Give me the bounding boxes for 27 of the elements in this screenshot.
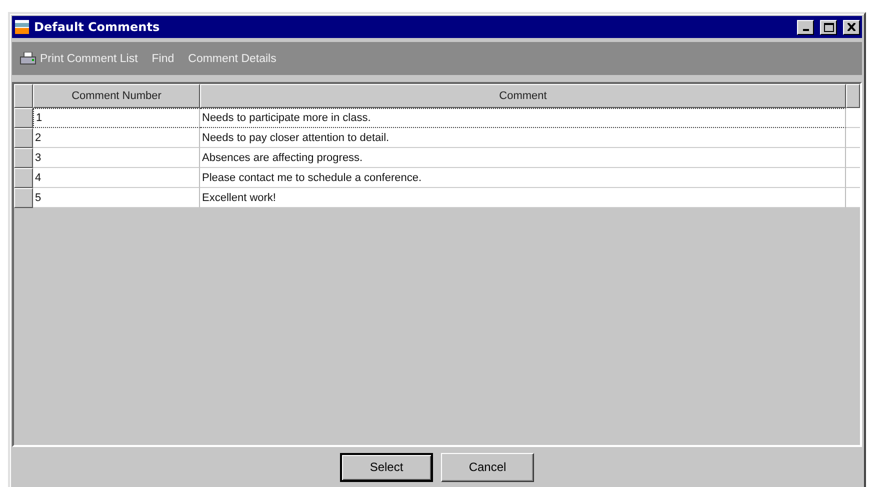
window-icon	[15, 20, 29, 34]
table-cell: Please contact me to schedule a conference.	[200, 168, 846, 188]
column-header[interactable]: Comment Number	[33, 84, 200, 108]
select-button[interactable]: Select	[340, 452, 433, 482]
table-cell: Needs to pay closer attention to detail.	[200, 128, 846, 148]
table-cell: Absences are affecting progress.	[200, 148, 846, 168]
table-cell: 5	[33, 188, 200, 208]
column-header[interactable]: Comment	[200, 84, 846, 108]
table-cell: 1	[33, 108, 200, 128]
minimize-button[interactable]	[797, 20, 814, 34]
row-header[interactable]	[14, 108, 33, 128]
maximize-button[interactable]	[820, 20, 837, 34]
table-cell: Excellent work!	[200, 188, 846, 208]
maximize-icon	[824, 22, 834, 32]
row-header[interactable]	[14, 168, 33, 188]
row-header[interactable]	[14, 148, 33, 168]
table-cell: 4	[33, 168, 200, 188]
table-cell: 3	[33, 148, 200, 168]
close-icon	[847, 23, 856, 31]
window-title: Default Comments	[34, 20, 161, 34]
printer-icon	[20, 52, 36, 66]
close-button[interactable]	[843, 20, 860, 34]
row-header[interactable]	[14, 128, 33, 148]
cancel-button[interactable]: Cancel	[441, 452, 534, 482]
row-header[interactable]	[14, 188, 33, 208]
table-cell: 2	[33, 128, 200, 148]
table-cell: Needs to participate more in class.	[200, 108, 846, 128]
